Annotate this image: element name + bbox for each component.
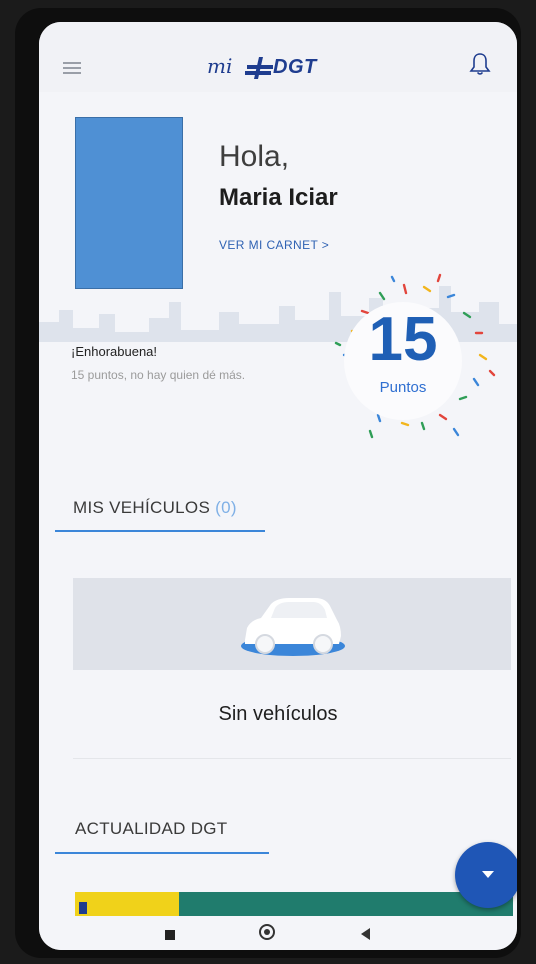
- profile-photo: [75, 117, 183, 289]
- chevron-down-icon: [482, 871, 494, 878]
- my-vehicles-label: MIS VEHÍCULOS: [73, 498, 211, 517]
- user-name: Maria Iciar: [219, 184, 338, 211]
- news-tag-icon: [79, 902, 87, 914]
- app-screen: mi DGT Hola, Maria Iciar VER MI CARNET >…: [39, 22, 517, 950]
- news-heading[interactable]: ACTUALIDAD DGT: [75, 819, 228, 839]
- points-label: Puntos: [379, 379, 427, 396]
- vehicles-underline: [55, 530, 265, 532]
- section-divider: [73, 758, 511, 759]
- expand-fab-button[interactable]: [455, 842, 517, 908]
- news-banner-yellow: [75, 892, 179, 916]
- no-vehicles-text: Sin vehículos: [218, 703, 338, 725]
- news-banner[interactable]: [75, 892, 513, 916]
- bell-icon[interactable]: [469, 52, 491, 76]
- empty-vehicles-banner: [73, 578, 511, 670]
- news-underline: [55, 852, 269, 854]
- logo-dgt-text: DGT: [273, 56, 317, 78]
- phone-frame: mi DGT Hola, Maria Iciar VER MI CARNET >…: [15, 8, 521, 958]
- congrats-title: ¡Enhorabuena!: [71, 344, 158, 359]
- top-bar: mi DGT: [39, 22, 517, 92]
- my-vehicles-heading[interactable]: MIS VEHÍCULOS (0): [73, 498, 237, 518]
- vehicles-count: (0): [215, 498, 237, 517]
- view-license-link[interactable]: VER MI CARNET >: [219, 238, 329, 252]
- app-logo: mi DGT: [207, 52, 337, 82]
- logo-cross-icon: [245, 57, 273, 79]
- recents-square-icon[interactable]: [165, 930, 175, 940]
- home-circle-icon[interactable]: [259, 924, 275, 940]
- logo-mi-text: mi: [207, 54, 233, 78]
- car-icon: [241, 598, 345, 656]
- congrats-message: 15 puntos, no hay quien dé más.: [71, 368, 246, 382]
- points-value: 15: [368, 305, 438, 374]
- android-nav-bar: [39, 916, 517, 950]
- greeting-text: Hola,: [219, 140, 290, 173]
- hamburger-menu-icon[interactable]: [63, 62, 81, 74]
- back-triangle-icon[interactable]: [361, 928, 370, 940]
